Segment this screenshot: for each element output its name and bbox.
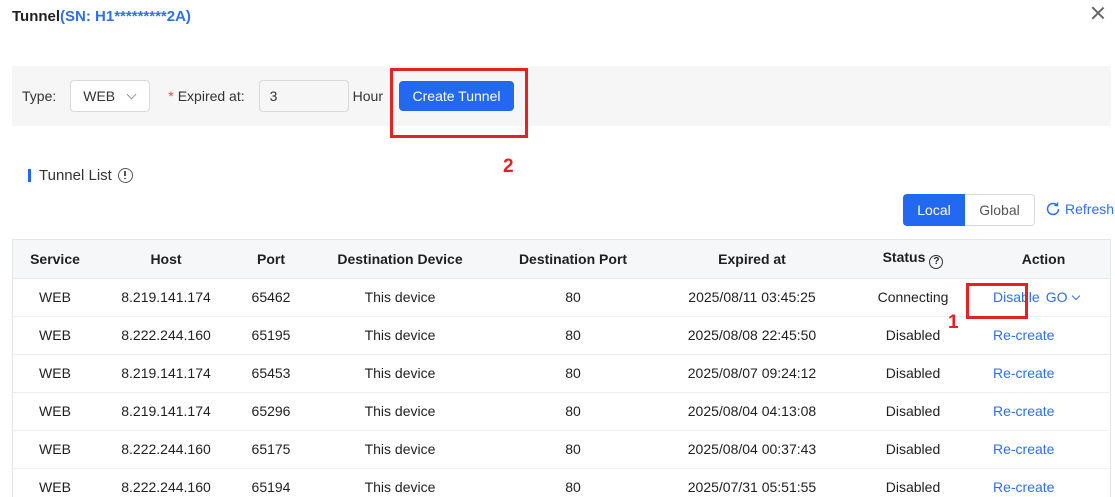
serial-number: (SN: H1*********2A) [60,7,191,25]
cell-action: Re-create [975,316,1110,355]
go-label: GO [1045,289,1068,305]
annotation-box-2 [390,68,528,138]
col-destination-port: Destination Port [493,240,653,279]
col-status-label: Status [882,248,926,265]
cell-port: 65453 [235,354,307,393]
chevron-down-icon [1072,291,1081,301]
cell-destination-port: 80 [493,468,653,497]
refresh-icon [1046,202,1060,216]
cell-expired: 2025/08/11 03:45:25 [653,278,851,317]
cell-device: This device [307,430,493,469]
cell-device: This device [307,316,493,355]
cell-expired: 2025/08/04 04:13:08 [653,392,851,431]
help-icon[interactable]: ? [929,254,944,269]
global-tab[interactable]: Global [965,194,1035,226]
cell-host: 8.222.244.160 [97,316,235,355]
col-status: Status? [851,240,975,279]
cell-port: 65175 [235,430,307,469]
recreate-link[interactable]: Re-create [993,327,1054,343]
annotation-number-1: 1 [948,312,959,333]
cell-destination-port: 80 [493,278,653,317]
cell-host: 8.222.244.160 [97,430,235,469]
expired-hours-input[interactable] [258,80,349,112]
cell-host: 8.222.244.160 [97,468,235,497]
type-select-value: WEB [83,88,116,104]
annotation-number-2: 2 [503,156,514,177]
cell-host: 8.219.141.174 [97,392,235,431]
cell-destination-port: 80 [493,392,653,431]
cell-status: Connecting [851,278,975,317]
cell-service: WEB [13,354,97,393]
col-action: Action [975,240,1110,279]
recreate-link[interactable]: Re-create [993,365,1054,381]
col-destination-device: Destination Device [307,240,493,279]
cell-action: Re-create [975,468,1110,497]
scope-toggle: Local Global [903,194,1035,226]
cell-port: 65194 [235,468,307,497]
required-mark: * [168,88,174,104]
table-row: WEB 8.219.141.174 65453 This device 80 2… [13,354,1110,393]
info-icon[interactable] [117,167,133,183]
cell-action: Re-create [975,354,1110,393]
cell-destination-port: 80 [493,430,653,469]
tunnel-table: Service Host Port Destination Device Des… [12,239,1111,497]
cell-device: This device [307,392,493,431]
col-service: Service [13,240,97,279]
type-label: Type: [22,88,57,104]
recreate-link[interactable]: Re-create [993,479,1054,495]
tunnel-list-title: Tunnel List [28,166,133,184]
create-tunnel-form: Type: WEB * Expired at: Hour Create Tunn… [12,66,1111,126]
cell-expired: 2025/08/04 00:37:43 [653,430,851,469]
dialog-title-text: Tunnel [12,7,61,25]
local-tab[interactable]: Local [903,194,965,226]
cell-expired: 2025/08/07 09:24:12 [653,354,851,393]
go-dropdown[interactable]: GO [1045,289,1081,305]
annotation-box-1 [966,283,1028,319]
cell-status: Disabled [851,392,975,431]
cell-host: 8.219.141.174 [97,354,235,393]
table-header-row: Service Host Port Destination Device Des… [13,240,1110,279]
col-expired-at: Expired at [653,240,851,279]
col-port: Port [235,240,307,279]
cell-service: WEB [13,316,97,355]
close-icon[interactable] [1091,6,1105,20]
cell-action: Re-create [975,392,1110,431]
type-select[interactable]: WEB [70,80,151,112]
table-row: WEB 8.219.141.174 65462 This device 80 2… [13,278,1110,317]
dialog-title: Tunnel (SN: H1*********2A) [12,6,191,26]
cell-expired: 2025/07/31 05:51:55 [653,468,851,497]
table-row: WEB 8.222.244.160 65194 This device 80 2… [13,468,1110,497]
col-host: Host [97,240,235,279]
chevron-down-icon [126,89,137,100]
refresh-button[interactable]: Refresh [1045,201,1114,217]
cell-port: 65195 [235,316,307,355]
cell-service: WEB [13,392,97,431]
recreate-link[interactable]: Re-create [993,403,1054,419]
cell-status: Disabled [851,468,975,497]
cell-device: This device [307,278,493,317]
cell-port: 65462 [235,278,307,317]
table-row: WEB 8.219.141.174 65296 This device 80 2… [13,392,1110,431]
expired-label: Expired at: [177,88,245,104]
table-row: WEB 8.222.244.160 65195 This device 80 2… [13,316,1110,355]
refresh-label: Refresh [1065,201,1115,217]
cell-expired: 2025/08/08 22:45:50 [653,316,851,355]
cell-status: Disabled [851,430,975,469]
tunnel-list-label: Tunnel List [39,166,112,184]
cell-service: WEB [13,430,97,469]
cell-service: WEB [13,278,97,317]
cell-status: Disabled [851,354,975,393]
cell-service: WEB [13,468,97,497]
cell-device: This device [307,354,493,393]
cell-device: This device [307,468,493,497]
cell-destination-port: 80 [493,354,653,393]
cell-action: Re-create [975,430,1110,469]
recreate-link[interactable]: Re-create [993,441,1054,457]
hour-label: Hour [352,88,383,104]
cell-destination-port: 80 [493,316,653,355]
section-accent-bar [28,168,31,182]
cell-host: 8.219.141.174 [97,278,235,317]
cell-port: 65296 [235,392,307,431]
table-row: WEB 8.222.244.160 65175 This device 80 2… [13,430,1110,469]
